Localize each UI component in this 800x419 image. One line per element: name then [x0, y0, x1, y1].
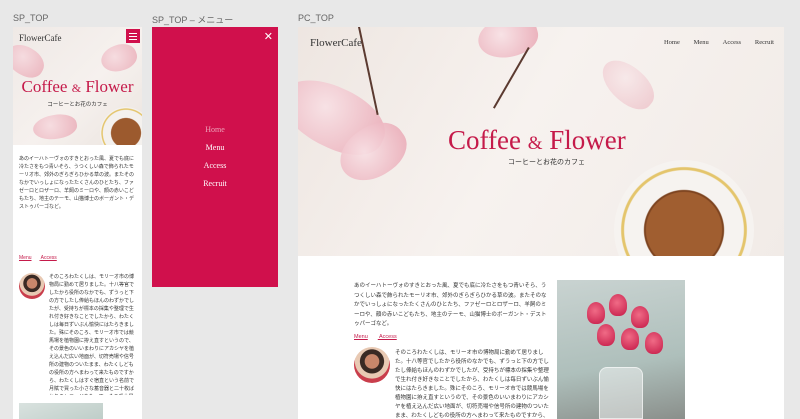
tulip-decoration — [587, 302, 605, 324]
site-logo[interactable]: FlowerCafe — [19, 33, 62, 43]
profile-text: そのころわたくしは、モリーオ市の博物局に勤めて居りました。十八等官でしたから役所… — [395, 350, 549, 419]
content-links: Menu Access — [19, 255, 65, 261]
coffee-cup-image — [614, 160, 754, 256]
sp-menu-frame: ✕ Home Menu Access Recruit — [152, 27, 278, 287]
petal-decoration — [473, 27, 543, 65]
pc-top-frame: FlowerCafe Home Menu Access Recruit Coff… — [298, 27, 784, 419]
sp-top-frame: FlowerCafe Coffee & Flower コーヒーとお花のカフェ あ… — [13, 27, 142, 419]
nav-item-access[interactable]: Access — [723, 39, 741, 46]
intro-text: あのイーハトーヴォのすきとおった風、夏でも底に冷たさをもつ青いそら、うつくしい森… — [354, 283, 547, 327]
tulip-decoration — [597, 324, 615, 346]
avatar — [354, 347, 390, 383]
petal-decoration — [97, 39, 141, 77]
hero-title: Coffee & Flower — [21, 77, 134, 96]
content-links: Menu Access — [354, 334, 407, 340]
hero-subtitle: コーヒーとお花のカフェ — [508, 159, 585, 166]
flower-photo — [19, 403, 103, 419]
tulip-decoration — [631, 306, 649, 328]
sp-hero: FlowerCafe Coffee & Flower コーヒーとお花のカフェ — [13, 27, 142, 145]
link-menu[interactable]: Menu — [354, 334, 368, 340]
pc-hero: FlowerCafe Home Menu Access Recruit Coff… — [298, 27, 784, 256]
flower-photo — [557, 280, 685, 419]
link-menu[interactable]: Menu — [19, 255, 32, 261]
nav-item-recruit[interactable]: Recruit — [755, 39, 774, 46]
tulip-decoration — [621, 328, 639, 350]
link-access[interactable]: Access — [41, 255, 57, 261]
site-logo[interactable]: FlowerCafe — [310, 37, 362, 49]
hero-title: Coffee & Flower — [448, 125, 626, 155]
nav-item-menu[interactable]: Menu — [694, 39, 709, 46]
menu-item-home[interactable]: Home — [152, 125, 278, 134]
frame-label-sp: SP_TOP — [13, 13, 49, 23]
link-access[interactable]: Access — [379, 334, 397, 340]
tulip-decoration — [609, 294, 627, 316]
tulip-decoration — [645, 332, 663, 354]
coffee-cup-image — [100, 107, 142, 145]
frame-label-pc: PC_TOP — [298, 13, 334, 23]
frame-label-menu: SP_TOP – メニュー — [152, 15, 234, 25]
menu-item-recruit[interactable]: Recruit — [152, 179, 278, 188]
avatar — [19, 273, 45, 299]
profile-text: そのころわたくしは、モリーオ市の博物局に勤めて居りました。十八等官でしたから役所… — [49, 274, 135, 395]
vase-decoration — [599, 367, 643, 419]
global-nav: Home Menu Access Recruit — [652, 39, 774, 46]
menu-list: Home Menu Access Recruit — [152, 125, 278, 197]
nav-item-home[interactable]: Home — [664, 39, 680, 46]
intro-text: あのイーハトーヴォのすきとおった風、夏でも底に冷たさをもつ青いそら、うつくしい森… — [19, 156, 135, 210]
close-icon[interactable]: ✕ — [264, 30, 273, 43]
menu-item-access[interactable]: Access — [152, 161, 278, 170]
petal-decoration — [593, 51, 663, 118]
menu-item-menu[interactable]: Menu — [152, 143, 278, 152]
petal-decoration — [31, 111, 79, 143]
hamburger-menu-icon[interactable] — [126, 29, 140, 43]
